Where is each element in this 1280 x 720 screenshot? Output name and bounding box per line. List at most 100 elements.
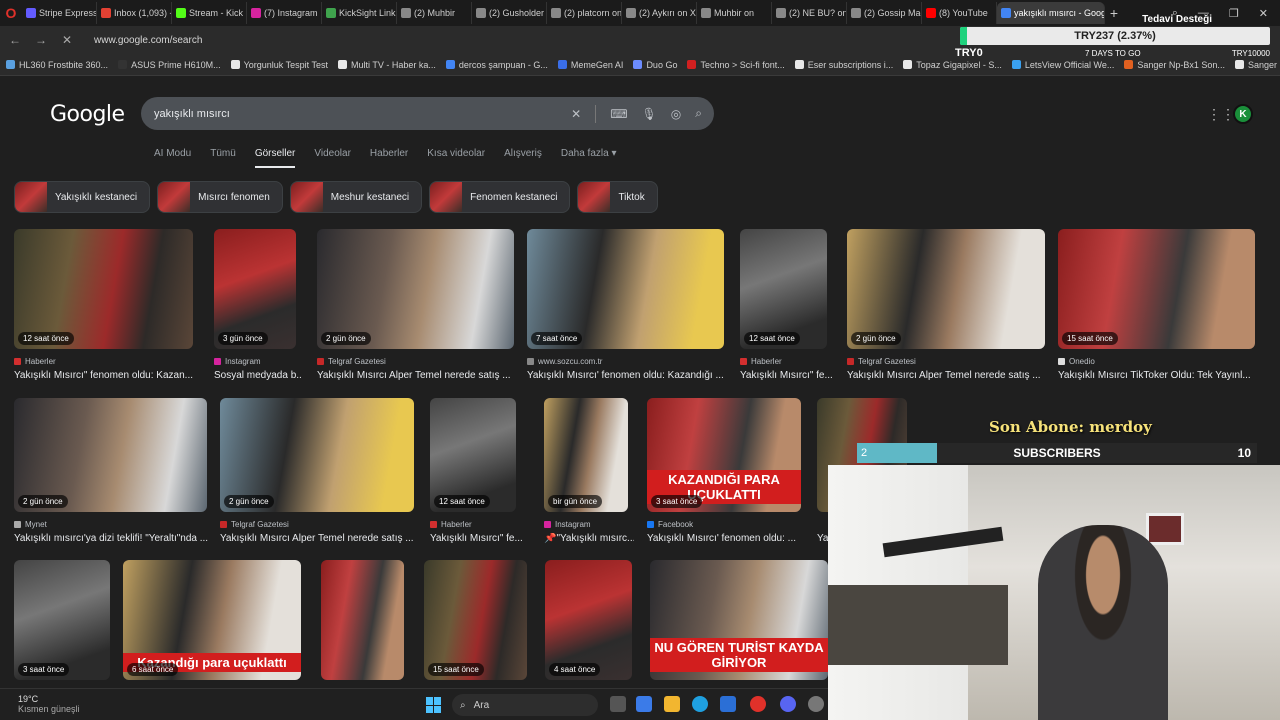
browser-tab[interactable]: (2) Gusholder (472, 2, 547, 24)
result-thumbnail[interactable] (545, 560, 632, 680)
image-result[interactable]: 2 gün önce Telgraf Gazetesi Yakışıklı Mısı… (847, 229, 1045, 397)
image-result[interactable]: 15 saat önce Onedio Yakışıklı Mısırcı TikT… (1058, 229, 1255, 397)
related-search-chip[interactable]: Fenomen kestaneci (429, 181, 571, 213)
image-result[interactable]: 2 gün önce Mynet Yakışıklı mısırcı'ya dizi… (14, 398, 208, 560)
result-thumbnail[interactable] (14, 560, 110, 680)
result-source[interactable]: Mynet (14, 520, 47, 529)
result-source[interactable]: Onedio (1058, 357, 1095, 366)
result-thumbnail[interactable] (527, 229, 724, 349)
browser-tab[interactable]: Stripe Express (22, 2, 97, 24)
browser-tab[interactable]: (2) Muhbir (397, 2, 472, 24)
result-title[interactable]: Yakışıklı Mısırcı TikToker Oldu: Tek Yay… (1058, 370, 1261, 381)
tab-videolar[interactable]: Videolar (314, 148, 351, 168)
image-result[interactable]: 3 saat önce (14, 560, 110, 680)
result-source[interactable]: Facebook (647, 520, 693, 529)
bookmark-item[interactable]: Duo Go (633, 60, 677, 70)
result-thumbnail[interactable] (321, 560, 404, 680)
taskbar-search[interactable]: ⌕ Ara (452, 694, 598, 716)
store-icon[interactable] (720, 696, 736, 712)
bookmark-item[interactable]: Techno > Sci-fi font... (687, 60, 785, 70)
lens-icon[interactable]: ◎ (671, 107, 681, 121)
related-search-chip[interactable]: Mısırcı fenomen (157, 181, 283, 213)
tab-görseller[interactable]: Görseller (254, 148, 296, 168)
task-view-icon[interactable] (610, 696, 626, 712)
result-source[interactable]: www.sozcu.com.tr (527, 357, 602, 366)
opera-logo-icon[interactable]: O (0, 0, 22, 26)
image-result[interactable]: 12 saat önce Haberler Yakışıklı Mısırcı" f… (430, 398, 522, 560)
browser-tab[interactable]: KickSight Link D (322, 2, 397, 24)
image-result[interactable]: 2 gün önce Telgraf Gazetesi Yakışıklı Mısı… (317, 229, 514, 397)
tab-daha-fazla[interactable]: Daha fazla ▾ (561, 148, 617, 168)
tab-haberler[interactable]: Haberler (370, 148, 408, 168)
account-avatar[interactable]: K (1233, 104, 1253, 124)
browser-tab[interactable]: (7) Instagram (247, 2, 322, 24)
image-result[interactable]: Kazandığı para uçuklattı 6 saat önce (123, 560, 301, 680)
result-title[interactable]: Sosyal medyada b... (214, 370, 302, 381)
image-result[interactable]: KAZANDIĞI PARA UÇUKLATTI 3 saat önce Faceb… (647, 398, 801, 560)
tab-alışveriş[interactable]: Alışveriş (504, 148, 542, 168)
bookmark-item[interactable]: Yorgunluk Tespit Test (230, 60, 328, 70)
bookmark-item[interactable]: Multi TV - Haber ka... (338, 60, 436, 70)
browser-tab[interactable]: (2) Aykırı on X (622, 2, 697, 24)
result-thumbnail[interactable]: Kazandığı para uçuklattı (123, 560, 301, 680)
result-title[interactable]: Yakışıklı Mısırcı Alper Temel nerede sat… (317, 370, 520, 381)
bookmark-item[interactable]: ASUS Prime H610M... (118, 60, 221, 70)
search-input[interactable]: yakışıklı mısırcı (154, 108, 571, 120)
image-result[interactable]: 7 saat önce www.sozcu.com.tr Yakışıklı Mıs… (527, 229, 724, 397)
bookmark-item[interactable]: Eser subscriptions i... (794, 60, 893, 70)
app-icon[interactable] (808, 696, 824, 712)
result-source[interactable]: Haberler (430, 520, 472, 529)
result-source[interactable]: Telgraf Gazetesi (220, 520, 289, 529)
browser-tab[interactable]: Stream - Kick D (172, 2, 247, 24)
reload-icon[interactable]: ✕ (60, 33, 74, 47)
result-title[interactable]: Yakışıklı Mısırcı' fenomen oldu: Kazandı… (527, 370, 730, 381)
microphone-icon[interactable]: 🎙 (642, 107, 657, 121)
bookmark-item[interactable]: MemeGen AI (557, 60, 623, 70)
forward-icon[interactable]: → (34, 33, 48, 47)
result-source[interactable]: Telgraf Gazetesi (317, 357, 386, 366)
opera-taskbar-icon[interactable] (750, 696, 766, 712)
result-thumbnail[interactable] (740, 229, 827, 349)
related-search-chip[interactable]: Tiktok (577, 181, 658, 213)
browser-tab[interactable]: (2) Gossip Mag (847, 2, 922, 24)
related-search-chip[interactable]: Meshur kestaneci (289, 181, 423, 213)
edge-icon[interactable] (692, 696, 708, 712)
search-icon[interactable]: ⌕ (695, 106, 702, 121)
result-thumbnail[interactable] (214, 229, 296, 349)
browser-tab[interactable]: (2) platcorn on (547, 2, 622, 24)
clear-icon[interactable]: ✕ (571, 107, 581, 121)
result-title[interactable]: Yakışıklı Mısırcı Alper Temel nerede sat… (220, 533, 420, 544)
result-title[interactable]: 📌"Yakışıklı mısırc... (544, 533, 634, 544)
result-source[interactable]: Instagram (214, 357, 261, 366)
windows-start-icon[interactable] (426, 697, 442, 713)
result-thumbnail[interactable] (424, 560, 527, 680)
search-box[interactable]: yakışıklı mısırcı ✕ ⌨ 🎙 ◎ ⌕ (141, 97, 714, 130)
image-result[interactable]: 12 saat önce Haberler Yakışıklı Mısırcı" f… (14, 229, 193, 397)
copilot-icon[interactable] (636, 696, 652, 712)
result-title[interactable]: Yakışıklı mısırcı'ya dizi teklifi! "Yera… (14, 533, 213, 544)
discord-icon[interactable] (780, 696, 796, 712)
result-title[interactable]: Yakışıklı Mısırcı" fe... (430, 533, 522, 544)
result-source[interactable]: Haberler (740, 357, 782, 366)
file-explorer-icon[interactable] (664, 696, 680, 712)
bookmark-item[interactable]: dercos şampuan - G... (445, 60, 548, 70)
image-result[interactable]: 12 saat önce Haberler Yakışıklı Mısırcı" f… (740, 229, 833, 397)
image-result[interactable]: 2 gün önce Telgraf Gazetesi Yakışıklı Mısı… (220, 398, 414, 560)
tab-tümü[interactable]: Tümü (210, 148, 236, 168)
bookmark-item[interactable]: HL360 Frostbite 360... (6, 60, 108, 70)
result-source[interactable]: Instagram (544, 520, 591, 529)
image-result[interactable]: 15 saat önce (424, 560, 527, 680)
result-thumbnail[interactable] (847, 229, 1045, 349)
browser-tab[interactable]: (2) NE BU? on (772, 2, 847, 24)
result-source[interactable]: Haberler (14, 357, 56, 366)
image-result[interactable]: 3 gün önce Instagram Sosyal medyada b... (214, 229, 302, 397)
result-title[interactable]: Yakışıklı Mısırcı" fenomen oldu: Kazan..… (14, 370, 199, 381)
result-source[interactable]: Telgraf Gazetesi (847, 357, 916, 366)
browser-tab[interactable]: Muhbir on (697, 2, 772, 24)
browser-tab[interactable]: Inbox (1,093) - (97, 2, 172, 24)
image-result[interactable]: bir gün önce Instagram 📌"Yakışıklı mısırc.… (544, 398, 634, 560)
result-title[interactable]: Yakışıklı Mısırcı" fe... (740, 370, 833, 381)
keyboard-icon[interactable]: ⌨ (610, 107, 627, 121)
result-thumbnail[interactable] (317, 229, 514, 349)
tab-ai-modu[interactable]: AI Modu (154, 148, 191, 168)
